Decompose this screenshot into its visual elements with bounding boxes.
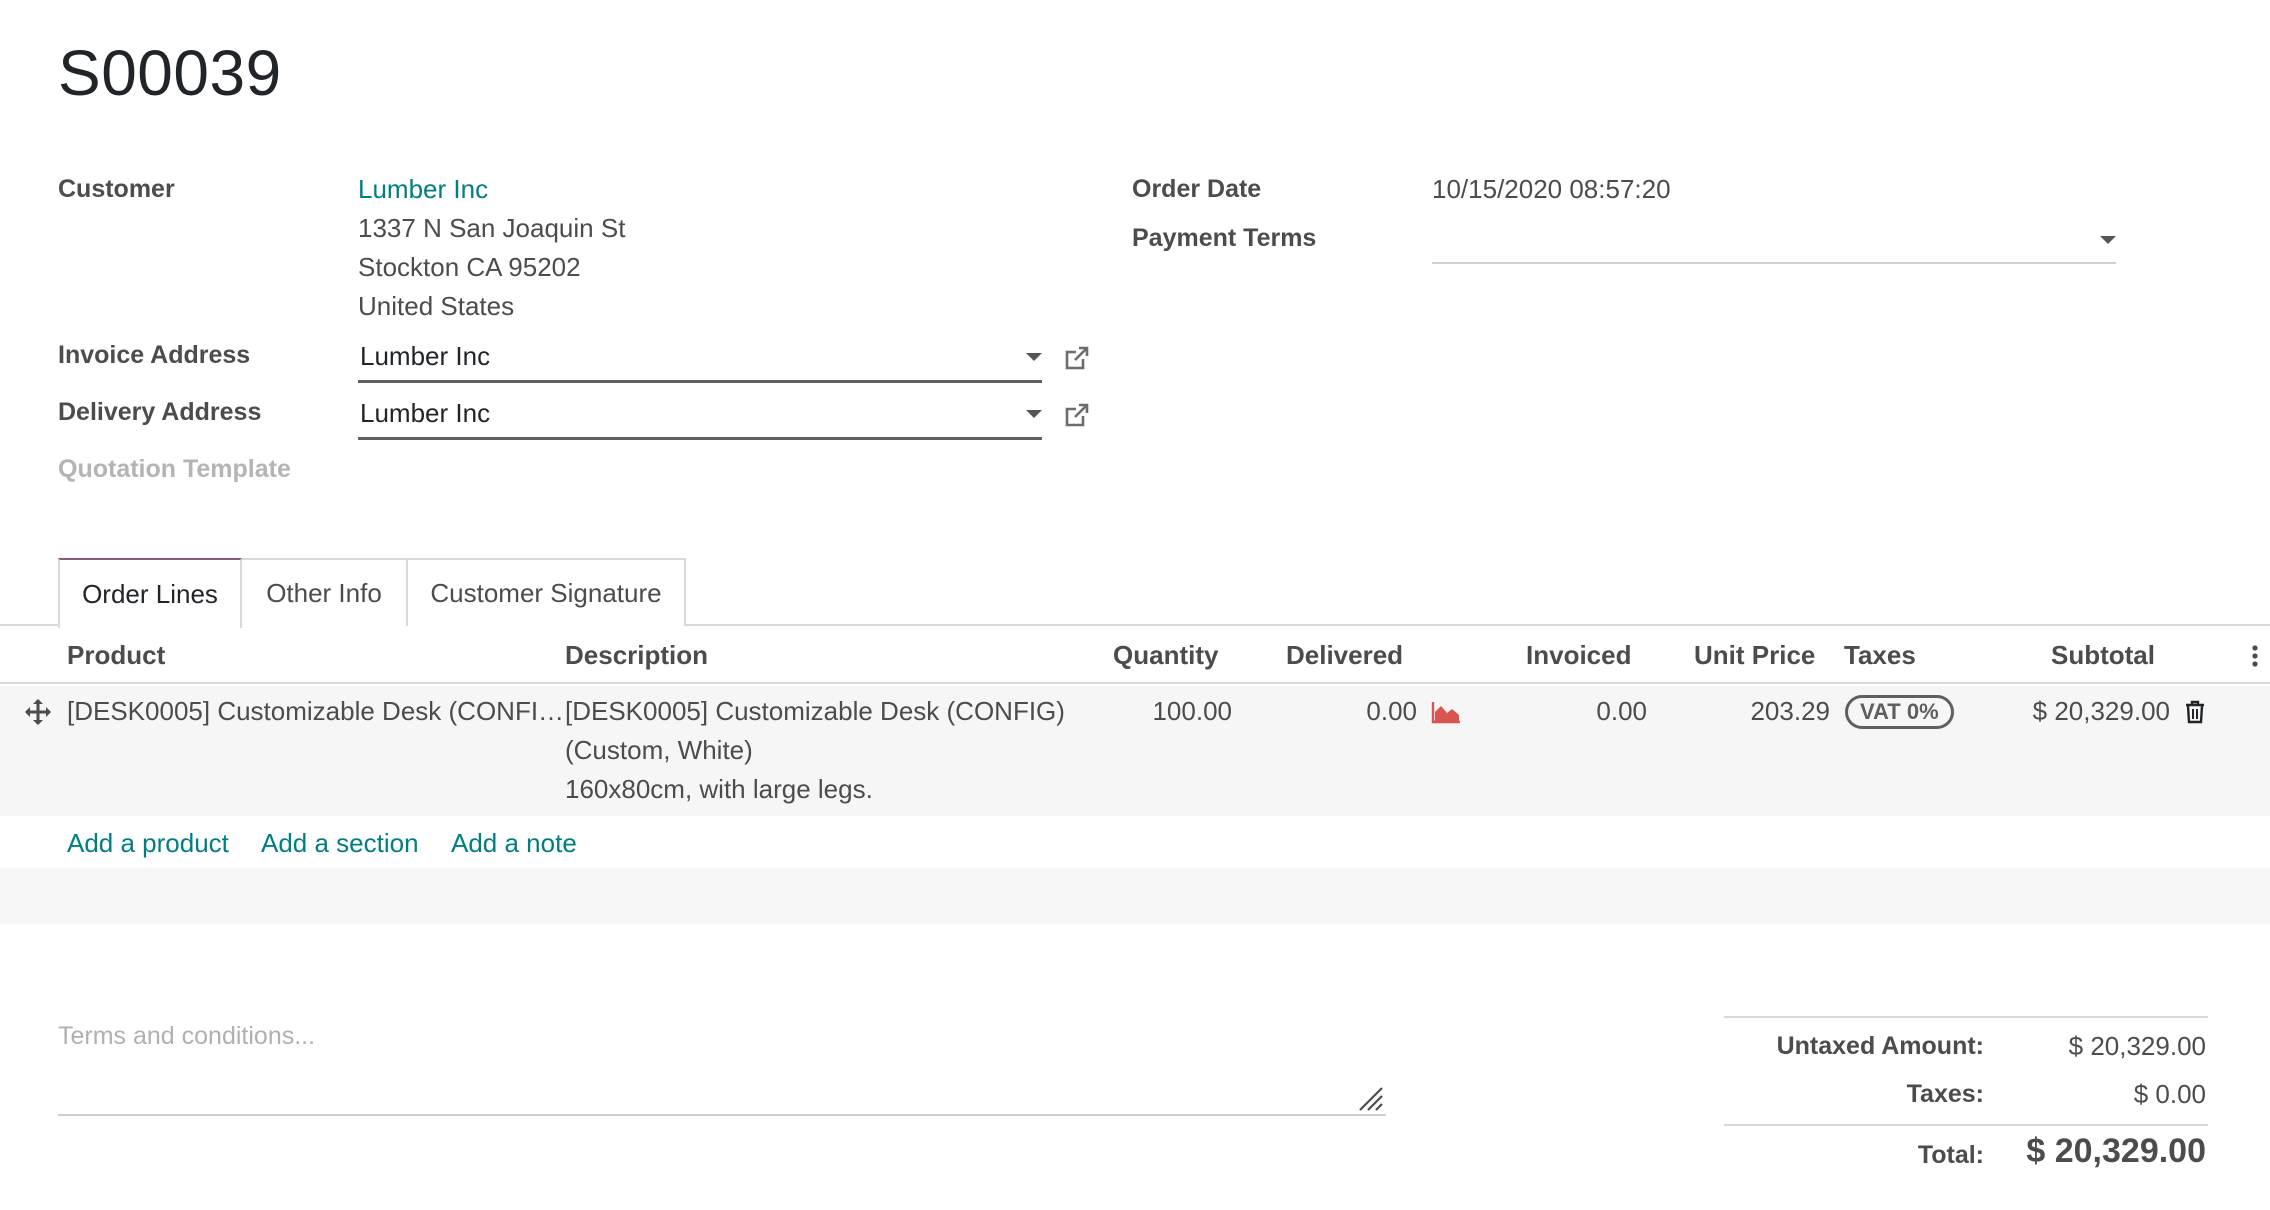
taxes-value: $ 0.00 bbox=[2133, 1079, 2206, 1109]
cell-description-line3: 160x80cm, with large legs. bbox=[565, 774, 873, 804]
chevron-down-icon[interactable] bbox=[1026, 353, 1042, 361]
order-lines-header: Product Description Quantity Delivered I… bbox=[0, 626, 2270, 684]
untaxed-amount-label: Untaxed Amount: bbox=[1776, 1032, 1984, 1060]
resize-grip-icon[interactable] bbox=[1356, 1084, 1384, 1112]
kebab-menu-icon[interactable] bbox=[2250, 644, 2260, 668]
customer-address-line2: Stockton CA 95202 bbox=[358, 252, 581, 282]
invoice-address-label: Invoice Address bbox=[58, 341, 251, 369]
totals-top-line bbox=[1724, 1016, 2208, 1018]
total-value: $ 20,329.00 bbox=[2026, 1132, 2206, 1170]
payment-terms-label: Payment Terms bbox=[1132, 224, 1317, 252]
column-header-product[interactable]: Product bbox=[67, 640, 165, 671]
external-link-icon[interactable] bbox=[1063, 401, 1091, 429]
tab-order-lines[interactable]: Order Lines bbox=[58, 558, 242, 628]
customer-name-link[interactable]: Lumber Inc bbox=[358, 174, 488, 205]
area-chart-icon[interactable] bbox=[1431, 700, 1461, 724]
invoice-address-value: Lumber Inc bbox=[360, 341, 491, 371]
page-title: S00039 bbox=[58, 37, 282, 109]
customer-label: Customer bbox=[58, 175, 175, 203]
column-header-taxes[interactable]: Taxes bbox=[1844, 640, 1916, 671]
order-date-label: Order Date bbox=[1132, 175, 1262, 203]
cell-invoiced[interactable]: 0.00 bbox=[1500, 696, 1647, 727]
cell-product[interactable]: [DESK0005] Customizable Desk (CONFI… bbox=[67, 696, 564, 727]
cell-unit-price[interactable]: 203.29 bbox=[1680, 696, 1830, 727]
terms-input[interactable]: Terms and conditions... bbox=[58, 1022, 315, 1051]
add-note-link[interactable]: Add a note bbox=[451, 828, 577, 859]
payment-terms-field[interactable] bbox=[1432, 214, 2116, 264]
trash-icon[interactable] bbox=[2184, 700, 2206, 724]
quotation-template-label: Quotation Template bbox=[58, 455, 291, 483]
total-label: Total: bbox=[1917, 1141, 1984, 1169]
delivery-address-label: Delivery Address bbox=[58, 398, 262, 426]
cell-quantity[interactable]: 100.00 bbox=[1100, 696, 1232, 727]
tab-other-info[interactable]: Other Info bbox=[240, 558, 408, 626]
delivery-address-field[interactable]: Lumber Inc bbox=[358, 390, 1042, 440]
cell-subtotal: $ 20,329.00 bbox=[2032, 696, 2170, 726]
column-header-subtotal[interactable]: Subtotal bbox=[2051, 640, 2155, 671]
order-date-value[interactable]: 10/15/2020 08:57:20 bbox=[1432, 174, 1671, 205]
tax-tag-badge[interactable]: VAT 0% bbox=[1845, 695, 1954, 729]
untaxed-amount-value: $ 20,329.00 bbox=[2068, 1031, 2206, 1061]
column-header-quantity[interactable]: Quantity bbox=[1113, 640, 1218, 671]
column-header-delivered[interactable]: Delivered bbox=[1286, 640, 1403, 671]
table-footer-band bbox=[0, 868, 2270, 924]
invoice-address-field[interactable]: Lumber Inc bbox=[358, 333, 1042, 383]
column-header-unit-price[interactable]: Unit Price bbox=[1694, 640, 1815, 671]
totals-divider bbox=[1724, 1124, 2208, 1126]
customer-address-line1: 1337 N San Joaquin St bbox=[358, 213, 626, 243]
chevron-down-icon[interactable] bbox=[1026, 410, 1042, 418]
tab-customer-signature[interactable]: Customer Signature bbox=[406, 558, 686, 626]
column-header-description[interactable]: Description bbox=[565, 640, 708, 671]
external-link-icon[interactable] bbox=[1063, 344, 1091, 372]
column-header-invoiced[interactable]: Invoiced bbox=[1526, 640, 1631, 671]
taxes-label: Taxes: bbox=[1906, 1080, 1984, 1108]
cell-description-line1[interactable]: [DESK0005] Customizable Desk (CONFIG) bbox=[565, 696, 1065, 727]
add-product-link[interactable]: Add a product bbox=[67, 828, 229, 859]
add-section-link[interactable]: Add a section bbox=[261, 828, 419, 859]
cell-delivered[interactable]: 0.00 bbox=[1280, 696, 1417, 727]
customer-address-line3: United States bbox=[358, 291, 515, 321]
cell-description-line2: (Custom, White) bbox=[565, 735, 753, 765]
chevron-down-icon[interactable] bbox=[2100, 236, 2116, 244]
terms-underline bbox=[58, 1114, 1386, 1116]
drag-handle-icon[interactable] bbox=[24, 698, 52, 726]
delivery-address-value: Lumber Inc bbox=[360, 398, 491, 428]
